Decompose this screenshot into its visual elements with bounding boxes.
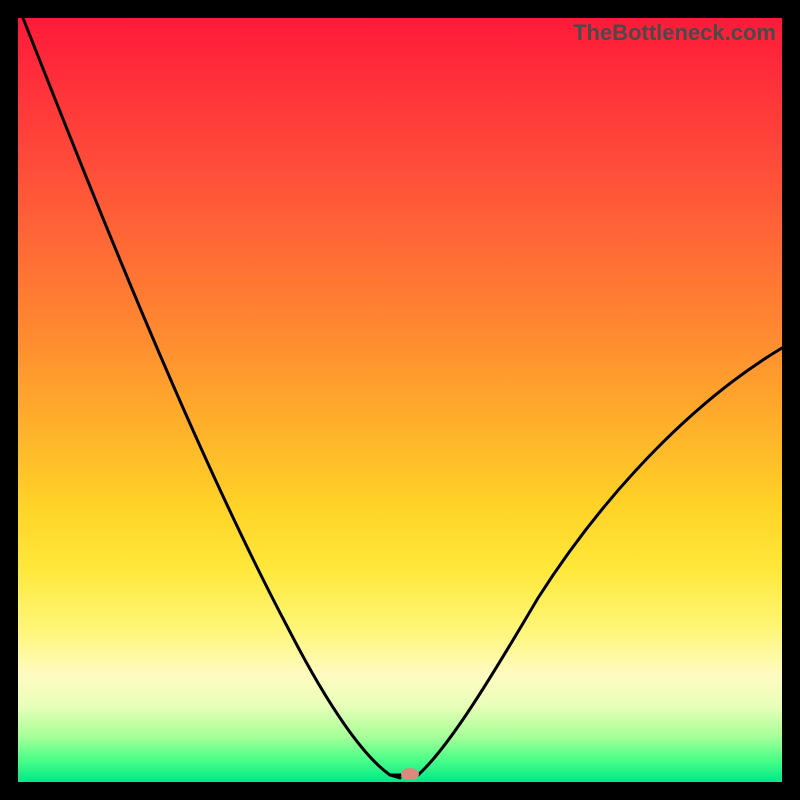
curve-left-arm [23,18,400,778]
chart-frame: TheBottleneck.com [18,18,782,782]
watermark-text: TheBottleneck.com [573,20,776,46]
minimum-marker [401,768,419,780]
bottleneck-curve [18,18,782,782]
curve-right-arm [418,348,782,775]
